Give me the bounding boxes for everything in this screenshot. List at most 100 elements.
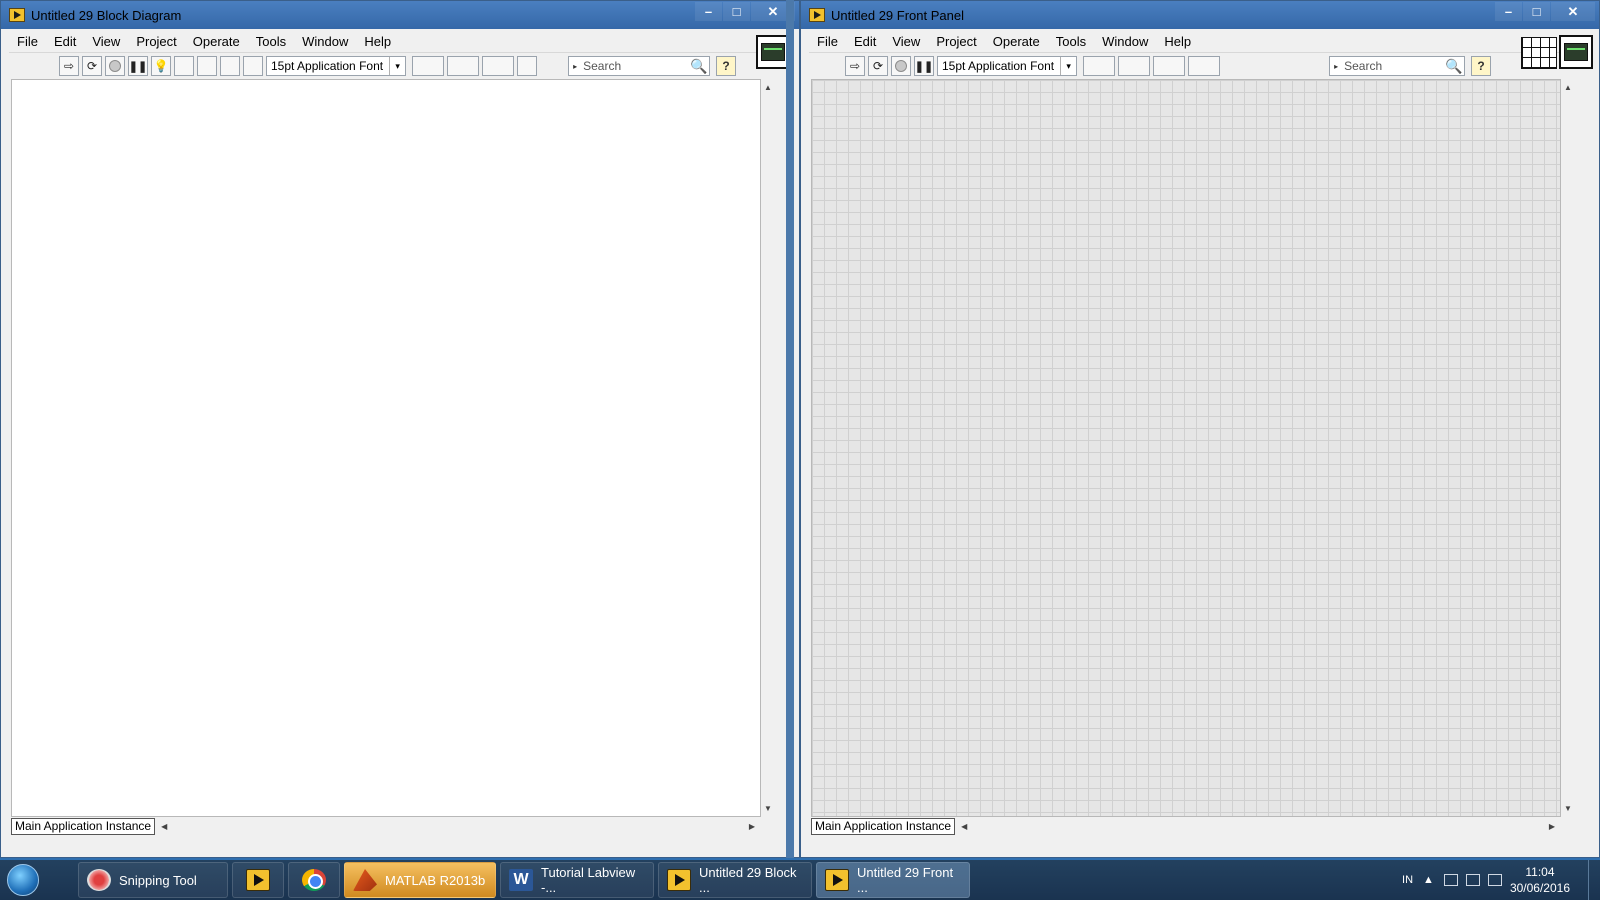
menu-window[interactable]: Window — [1094, 34, 1156, 49]
menu-project[interactable]: Project — [928, 34, 984, 49]
maximize-button[interactable]: □ — [723, 2, 750, 21]
menu-window[interactable]: Window — [294, 34, 356, 49]
pause-icon[interactable]: ❚❚ — [914, 56, 934, 76]
menu-view[interactable]: View — [84, 34, 128, 49]
menu-tools[interactable]: Tools — [248, 34, 294, 49]
scroll-right-icon[interactable]: ▶ — [1549, 822, 1555, 831]
step-out-icon[interactable] — [243, 56, 263, 76]
input-language[interactable]: IN — [1402, 874, 1413, 886]
taskbar-item-matlab[interactable]: MATLAB R2013b — [344, 862, 496, 898]
chrome-icon — [302, 869, 326, 891]
scroll-left-icon[interactable]: ◀ — [961, 822, 967, 831]
connector-pane-icon[interactable] — [1521, 37, 1557, 69]
distribute-objects-icon[interactable] — [447, 56, 480, 76]
vertical-scrollbar[interactable]: ▲ ▼ — [1561, 79, 1575, 817]
scroll-down-icon[interactable]: ▼ — [764, 804, 772, 813]
show-desktop-button[interactable] — [1588, 860, 1600, 900]
context-help-icon[interactable]: ? — [1471, 56, 1492, 76]
font-selector[interactable]: 15pt Application Font ▾ — [937, 56, 1078, 76]
block-diagram-titlebar[interactable]: Untitled 29 Block Diagram – □ ✕ — [1, 1, 799, 29]
search-icon[interactable]: 🔍 — [1444, 58, 1464, 75]
menu-edit[interactable]: Edit — [846, 34, 884, 49]
font-selector[interactable]: 15pt Application Font ▾ — [266, 56, 407, 76]
taskbar-item-snipping-tool[interactable]: Snipping Tool — [78, 862, 228, 898]
reorder-icon[interactable] — [482, 56, 515, 76]
run-icon[interactable]: ⇨ — [845, 56, 865, 76]
search-input[interactable]: ▸ Search 🔍 — [568, 56, 711, 76]
search-arrow-icon: ▸ — [573, 61, 578, 71]
system-tray: IN ▲ 11:04 30/06/2016 — [1402, 860, 1600, 900]
scroll-up-icon[interactable]: ▲ — [1564, 83, 1572, 92]
start-button[interactable] — [0, 860, 46, 900]
taskbar-item-block-diagram[interactable]: Untitled 29 Block ... — [658, 862, 812, 898]
application-instance-label: Main Application Instance — [811, 817, 956, 835]
front-panel-canvas[interactable] — [811, 79, 1561, 817]
window-title: Untitled 29 Front Panel — [831, 7, 964, 23]
action-center-icon[interactable] — [1443, 874, 1458, 886]
volume-muted-icon[interactable] — [1487, 874, 1502, 886]
minimize-button[interactable]: – — [1495, 2, 1522, 21]
labview-icon — [246, 869, 270, 891]
reorder-icon[interactable] — [1188, 56, 1221, 76]
window-divider — [786, 0, 794, 858]
clean-up-diagram-icon[interactable] — [517, 56, 538, 76]
run-icon[interactable]: ⇨ — [59, 56, 79, 76]
retain-wire-values-icon[interactable] — [174, 56, 194, 76]
menu-file[interactable]: File — [809, 34, 846, 49]
taskbar-item-label: Untitled 29 Block ... — [699, 865, 797, 895]
vi-icon-graphic — [761, 43, 785, 61]
taskbar: Snipping Tool MATLAB R2013b W Tutorial L… — [0, 860, 1600, 900]
search-placeholder: Search — [1344, 59, 1383, 73]
taskbar-item-chrome[interactable] — [288, 862, 340, 898]
clock[interactable]: 11:04 30/06/2016 — [1510, 864, 1570, 896]
scroll-down-icon[interactable]: ▼ — [1564, 804, 1572, 813]
taskbar-item-labview[interactable] — [232, 862, 284, 898]
vertical-scrollbar[interactable]: ▲ ▼ — [761, 79, 775, 817]
clock-date: 30/06/2016 — [1509, 881, 1570, 895]
minimize-button[interactable]: – — [695, 2, 722, 21]
distribute-objects-icon[interactable] — [1118, 56, 1151, 76]
scroll-left-icon[interactable]: ◀ — [161, 822, 167, 831]
taskbar-item-front-panel[interactable]: Untitled 29 Front ... — [816, 862, 970, 898]
menu-help[interactable]: Help — [1156, 34, 1199, 49]
highlight-execution-icon[interactable]: 💡 — [151, 56, 171, 76]
horizontal-scrollbar[interactable]: ◀ ▶ — [955, 822, 1561, 831]
close-button[interactable]: ✕ — [1551, 2, 1595, 21]
abort-execution-icon[interactable] — [891, 56, 911, 76]
network-icon[interactable] — [1465, 874, 1480, 886]
search-input[interactable]: ▸ Search 🔍 — [1329, 56, 1466, 76]
front-panel-titlebar[interactable]: Untitled 29 Front Panel – □ ✕ — [801, 1, 1599, 29]
maximize-button[interactable]: □ — [1523, 2, 1550, 21]
abort-execution-icon[interactable] — [105, 56, 125, 76]
menu-project[interactable]: Project — [128, 34, 184, 49]
vi-icon[interactable] — [756, 35, 790, 69]
chevron-down-icon: ▾ — [389, 57, 405, 75]
scroll-up-icon[interactable]: ▲ — [764, 83, 772, 92]
step-over-icon[interactable] — [220, 56, 240, 76]
menu-file[interactable]: File — [9, 34, 46, 49]
align-objects-icon[interactable] — [1083, 56, 1116, 76]
context-help-icon[interactable]: ? — [716, 56, 737, 76]
vi-icon[interactable] — [1559, 35, 1593, 69]
pause-icon[interactable]: ❚❚ — [128, 56, 148, 76]
scroll-right-icon[interactable]: ▶ — [749, 822, 755, 831]
menu-view[interactable]: View — [884, 34, 928, 49]
show-hidden-icons-icon[interactable]: ▲ — [1423, 874, 1434, 886]
menu-operate[interactable]: Operate — [985, 34, 1048, 49]
align-objects-icon[interactable] — [412, 56, 445, 76]
menu-help[interactable]: Help — [356, 34, 399, 49]
taskbar-item-label: Snipping Tool — [119, 872, 197, 888]
run-continuously-icon[interactable]: ⟳ — [868, 56, 888, 76]
window-controls: – □ ✕ — [694, 2, 795, 21]
step-into-icon[interactable] — [197, 56, 217, 76]
resize-objects-icon[interactable] — [1153, 56, 1186, 76]
menu-edit[interactable]: Edit — [46, 34, 84, 49]
block-diagram-canvas[interactable] — [11, 79, 761, 817]
menu-operate[interactable]: Operate — [185, 34, 248, 49]
search-icon[interactable]: 🔍 — [689, 58, 709, 75]
taskbar-item-word[interactable]: W Tutorial Labview -... — [500, 862, 654, 898]
menu-tools[interactable]: Tools — [1048, 34, 1094, 49]
run-continuously-icon[interactable]: ⟳ — [82, 56, 102, 76]
horizontal-scrollbar[interactable]: ◀ ▶ — [155, 822, 761, 831]
search-arrow-icon: ▸ — [1334, 61, 1339, 71]
